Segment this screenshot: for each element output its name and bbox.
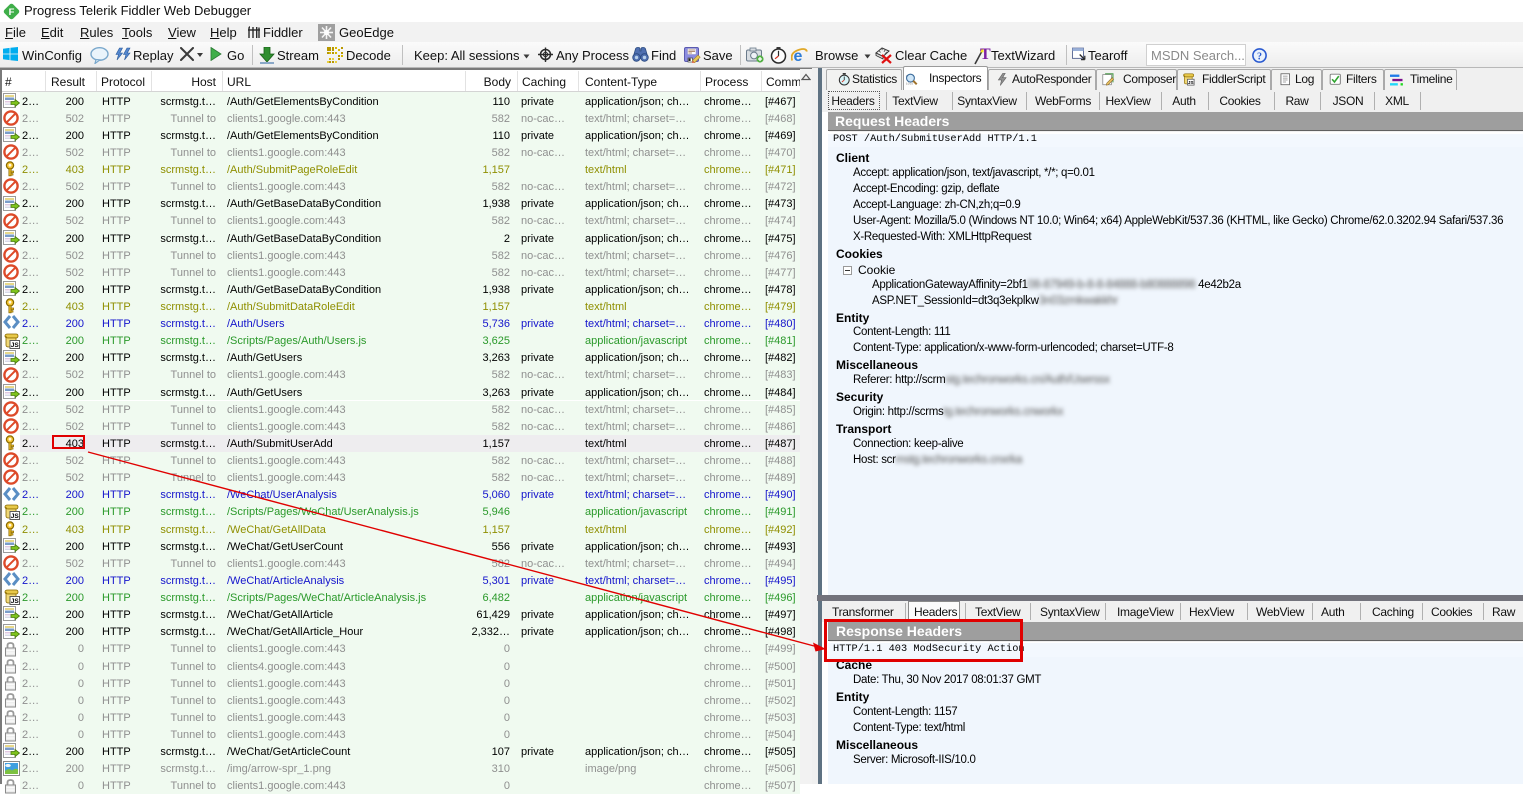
svg-text:JS: JS (11, 598, 20, 605)
svg-text:JS: JS (11, 513, 20, 520)
svg-text:JS: JS (11, 342, 20, 349)
svg-text:F: F (9, 7, 15, 18)
svg-text:?: ? (1257, 51, 1262, 62)
svg-text:JS: JS (1188, 80, 1194, 85)
